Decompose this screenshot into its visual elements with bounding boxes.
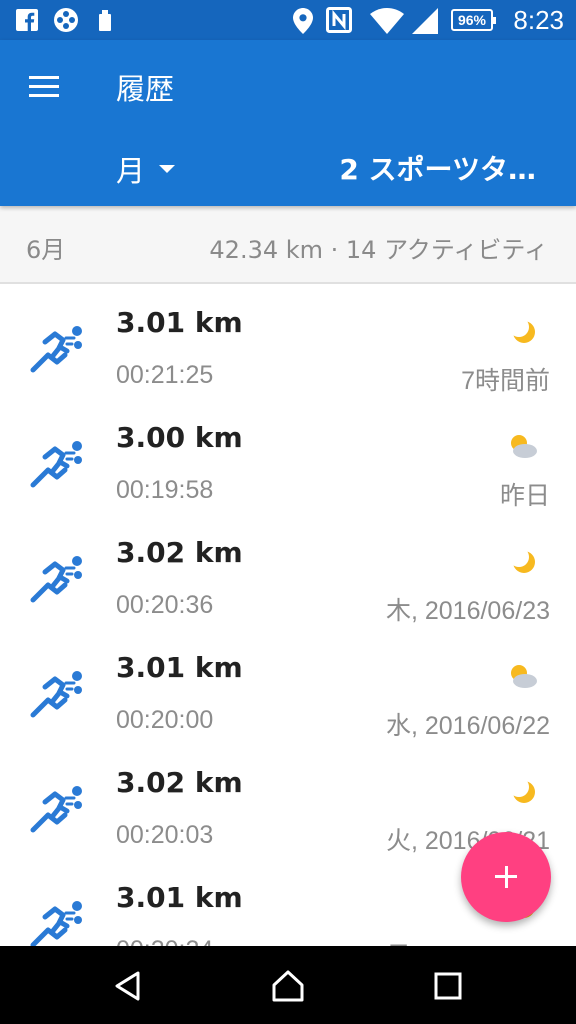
activity-duration: 00:20:03 xyxy=(116,821,214,849)
activity-distance: 3.02 km xyxy=(116,536,243,569)
clock: 8:23 xyxy=(513,4,564,35)
battery-icon: 96% xyxy=(451,9,496,31)
month-label: 6月 xyxy=(26,236,66,264)
running-icon xyxy=(30,441,82,488)
activity-date: 7時間前 xyxy=(461,367,550,395)
list-item[interactable]: 3.01 km 00:21:25 7時間前 xyxy=(0,284,576,399)
activity-distance: 3.01 km xyxy=(116,651,243,684)
period-dropdown[interactable]: 月 xyxy=(116,148,176,190)
menu-icon[interactable] xyxy=(26,72,62,102)
activity-distance: 3.00 km xyxy=(116,421,243,454)
partly-cloudy-icon xyxy=(511,435,537,458)
running-icon xyxy=(30,786,82,833)
chevron-down-icon xyxy=(159,165,176,173)
running-icon xyxy=(30,901,82,946)
app-bar: 履歴 月 2 スポーツタ… xyxy=(0,40,576,206)
month-totals: 42.34 km · 14 アクティビティ xyxy=(209,236,548,264)
facebook-icon xyxy=(16,9,38,31)
period-label: 月 xyxy=(116,154,146,188)
activity-date: 日, 2016/06/19 xyxy=(386,936,550,946)
moon-icon xyxy=(509,777,535,803)
film-icon xyxy=(54,8,78,32)
activity-distance: 3.01 km xyxy=(116,881,243,914)
add-activity-button[interactable] xyxy=(461,832,551,922)
moon-icon xyxy=(509,317,535,343)
sport-filter[interactable]: 2 スポーツタ… xyxy=(339,148,536,188)
running-icon xyxy=(30,671,82,718)
list-item[interactable]: 3.02 km 00:20:36 木, 2016/06/23 xyxy=(0,514,576,629)
back-icon[interactable] xyxy=(110,968,146,1004)
home-icon[interactable] xyxy=(270,968,306,1004)
activity-duration: 00:20:36 xyxy=(116,591,214,619)
activity-duration: 00:21:25 xyxy=(116,361,214,389)
page-title: 履歴 xyxy=(116,72,175,106)
month-summary: 6月 42.34 km · 14 アクティビティ xyxy=(0,206,576,284)
phone-charging-icon xyxy=(99,10,111,31)
recents-icon[interactable] xyxy=(430,968,466,1004)
list-item[interactable]: 3.00 km 00:19:58 昨日 xyxy=(0,399,576,514)
location-icon xyxy=(293,8,313,34)
activity-date: 水, 2016/06/22 xyxy=(385,712,550,740)
activity-duration: 00:20:24 xyxy=(116,936,213,946)
moon-icon xyxy=(509,547,535,573)
running-icon xyxy=(30,326,82,373)
running-icon xyxy=(30,556,82,603)
activity-distance: 3.02 km xyxy=(116,766,243,799)
activity-date: 昨日 xyxy=(499,482,550,510)
activity-date: 木, 2016/06/23 xyxy=(385,597,550,625)
cell-signal-icon xyxy=(412,8,438,34)
list-item[interactable]: 3.01 km 00:20:00 水, 2016/06/22 xyxy=(0,629,576,744)
wifi-icon xyxy=(370,8,404,34)
system-nav-bar xyxy=(0,946,576,1024)
partly-cloudy-icon xyxy=(511,665,537,688)
activity-duration: 00:19:58 xyxy=(116,476,214,504)
activity-duration: 00:20:00 xyxy=(116,706,214,734)
nfc-icon xyxy=(326,7,352,33)
activity-distance: 3.01 km xyxy=(116,306,243,339)
status-bar: 96% 8:23 xyxy=(0,0,576,40)
